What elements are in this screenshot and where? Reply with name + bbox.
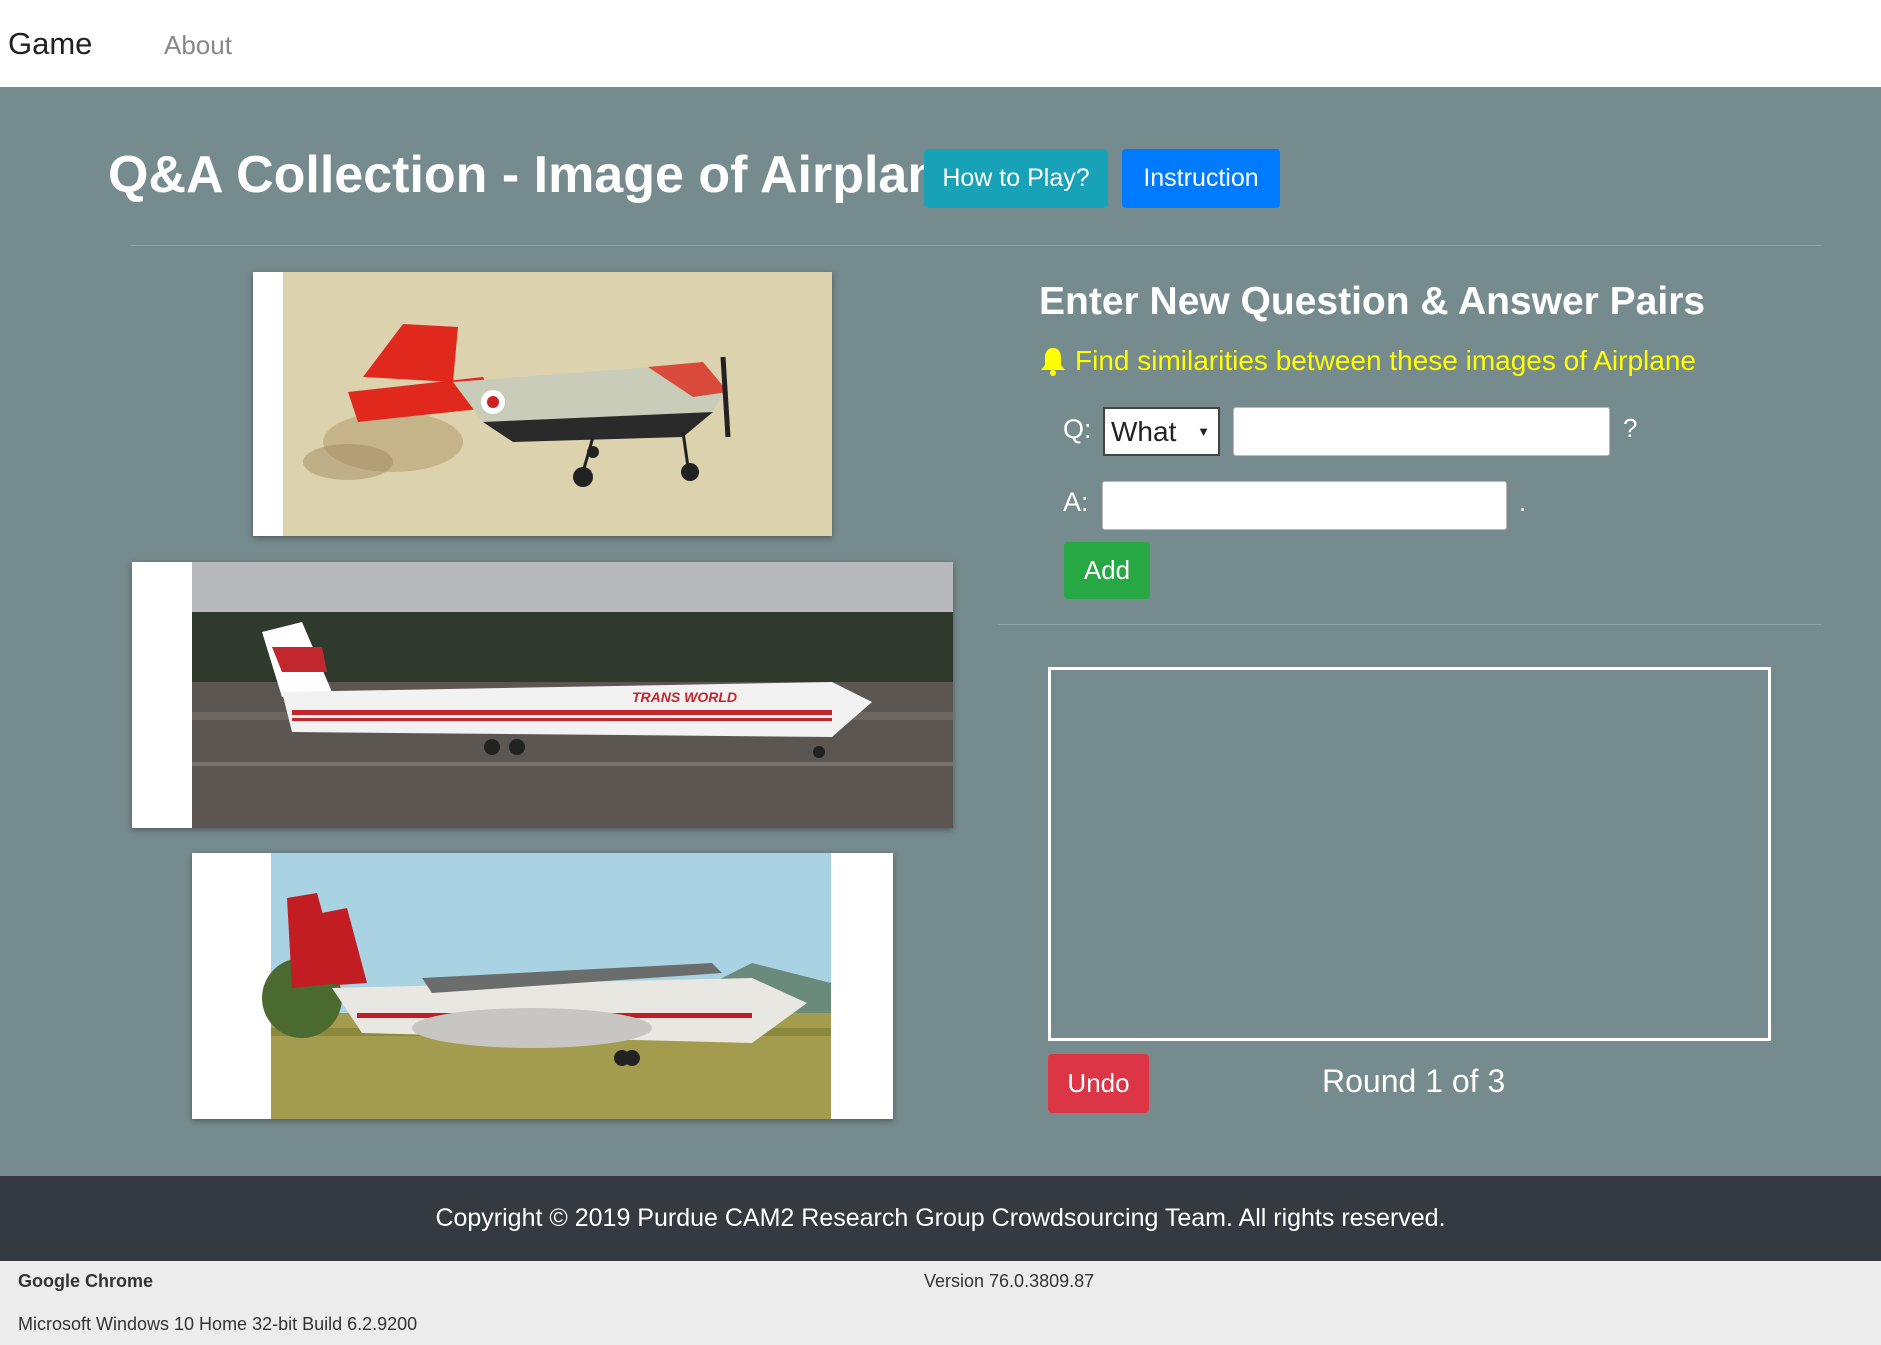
footer: Copyright © 2019 Purdue CAM2 Research Gr… [0,1176,1881,1261]
brand-link[interactable]: Game [8,26,92,62]
instruction-button[interactable]: Instruction [1122,149,1280,208]
about-link[interactable]: About [164,30,232,61]
top-navbar: Game About [0,0,1881,87]
caret-down-icon: ▼ [1197,424,1210,439]
qa-pairs-list[interactable] [1048,667,1771,1041]
hint-message: Find similarities between these images o… [1039,345,1696,377]
form-heading: Enter New Question & Answer Pairs [1039,280,1706,323]
svg-text:TRANS WORLD: TRANS WORLD [632,689,737,705]
airplane-image-2: TRANS WORLD [132,562,953,828]
undo-button[interactable]: Undo [1048,1054,1149,1113]
add-button[interactable]: Add [1064,542,1150,599]
airplane-image-1 [253,272,832,536]
answer-period: . [1519,487,1527,517]
question-word-select[interactable]: What ▼ [1103,407,1220,456]
browser-name: Google Chrome [18,1271,154,1291]
copyright-text: Copyright © 2019 Purdue CAM2 Research Gr… [435,1204,1446,1232]
divider [131,245,1821,246]
question-mark: ? [1623,413,1638,443]
divider [998,624,1821,625]
system-info-bar: Google Chrome Version 76.0.3809.87 Micro… [0,1261,1881,1345]
how-to-play-button[interactable]: How to Play? [924,149,1108,208]
airplane-image-3 [192,853,893,1119]
hint-text: Find similarities between these images o… [1075,345,1696,376]
answer-label: A: [1063,487,1089,517]
question-word-value: What [1111,415,1177,447]
round-indicator: Round 1 of 3 [1322,1063,1506,1099]
main-content: Q&A Collection - Image of Airplane How t… [0,87,1881,1176]
browser-version: Version 76.0.3809.87 [924,1271,1095,1291]
question-label: Q: [1063,414,1092,444]
os-info: Microsoft Windows 10 Home 32-bit Build 6… [18,1314,418,1334]
bell-icon [1041,348,1065,376]
question-input[interactable] [1233,407,1610,456]
page-title: Q&A Collection - Image of Airplane [108,146,969,204]
answer-input[interactable] [1102,481,1507,530]
